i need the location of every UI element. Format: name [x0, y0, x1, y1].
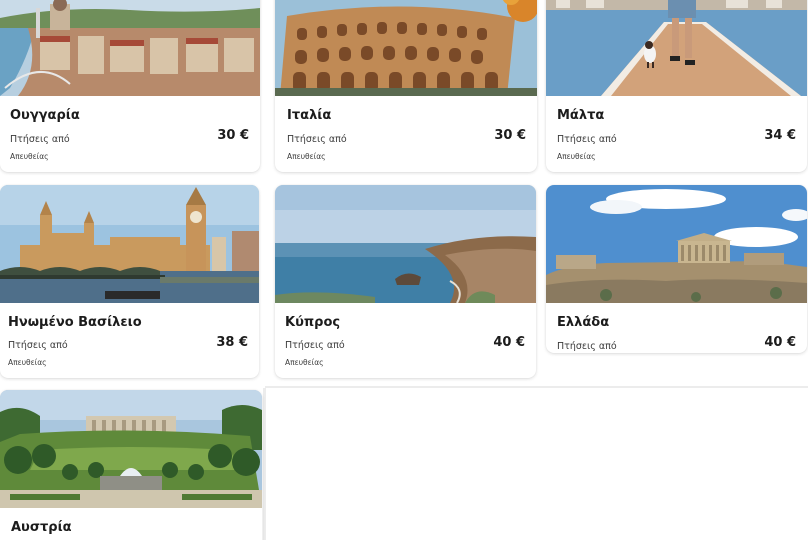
- from-label: Πτήσεις από: [10, 134, 70, 145]
- destination-title: Ηνωμένο Βασίλειο: [8, 315, 142, 330]
- destination-card-greece[interactable]: Ελλάδα Πτήσεις από 40 €: [546, 185, 807, 353]
- direct-label: Απευθείας: [10, 152, 49, 161]
- destination-card-cyprus[interactable]: Κύπρος Πτήσεις από 40 € Απευθείας: [275, 185, 536, 378]
- column-divider: [263, 388, 266, 540]
- destination-card-malta[interactable]: Μάλτα Πτήσεις από 34 € Απευθείας: [546, 0, 807, 172]
- from-label: Πτήσεις από: [557, 341, 617, 352]
- from-label: Πτήσεις από: [557, 134, 617, 145]
- from-label: Πτήσεις από: [287, 134, 347, 145]
- from-label: Πτήσεις από: [285, 340, 345, 351]
- malta-photo: [546, 0, 807, 96]
- cyprus-photo: [275, 185, 536, 303]
- destination-card-italy[interactable]: Ιταλία Πτήσεις από 30 € Απευθείας: [275, 0, 537, 172]
- price-value: 30 €: [494, 128, 526, 143]
- austria-photo: [0, 390, 262, 508]
- from-label: Πτήσεις από: [8, 340, 68, 351]
- destination-card-hungary[interactable]: Ουγγαρία Πτήσεις από 30 € Απευθείας: [0, 0, 260, 172]
- destination-card-austria[interactable]: Αυστρία: [0, 390, 262, 540]
- direct-label: Απευθείας: [285, 358, 324, 367]
- hungary-photo: [0, 0, 260, 96]
- destination-title: Κύπρος: [285, 315, 341, 330]
- destination-title: Ιταλία: [287, 108, 332, 123]
- section-divider: [265, 386, 808, 388]
- destination-title: Αυστρία: [11, 520, 72, 535]
- destination-title: Ουγγαρία: [10, 108, 80, 123]
- destinations-grid: Ουγγαρία Πτήσεις από 30 € Απευθείας Ιταλ…: [0, 0, 808, 540]
- destination-title: Ελλάδα: [557, 315, 610, 330]
- price-value: 40 €: [493, 335, 525, 350]
- destination-card-united-kingdom[interactable]: Ηνωμένο Βασίλειο Πτήσεις από 38 € Απευθε…: [0, 185, 259, 378]
- direct-label: Απευθείας: [8, 358, 47, 367]
- united-kingdom-photo: [0, 185, 259, 303]
- price-value: 38 €: [216, 335, 248, 350]
- price-value: 30 €: [217, 128, 249, 143]
- price-value: 40 €: [764, 335, 796, 350]
- destination-title: Μάλτα: [557, 108, 605, 123]
- direct-label: Απευθείας: [557, 152, 596, 161]
- greece-photo: [546, 185, 807, 303]
- italy-photo: [275, 0, 537, 96]
- direct-label: Απευθείας: [287, 152, 326, 161]
- price-value: 34 €: [764, 128, 796, 143]
